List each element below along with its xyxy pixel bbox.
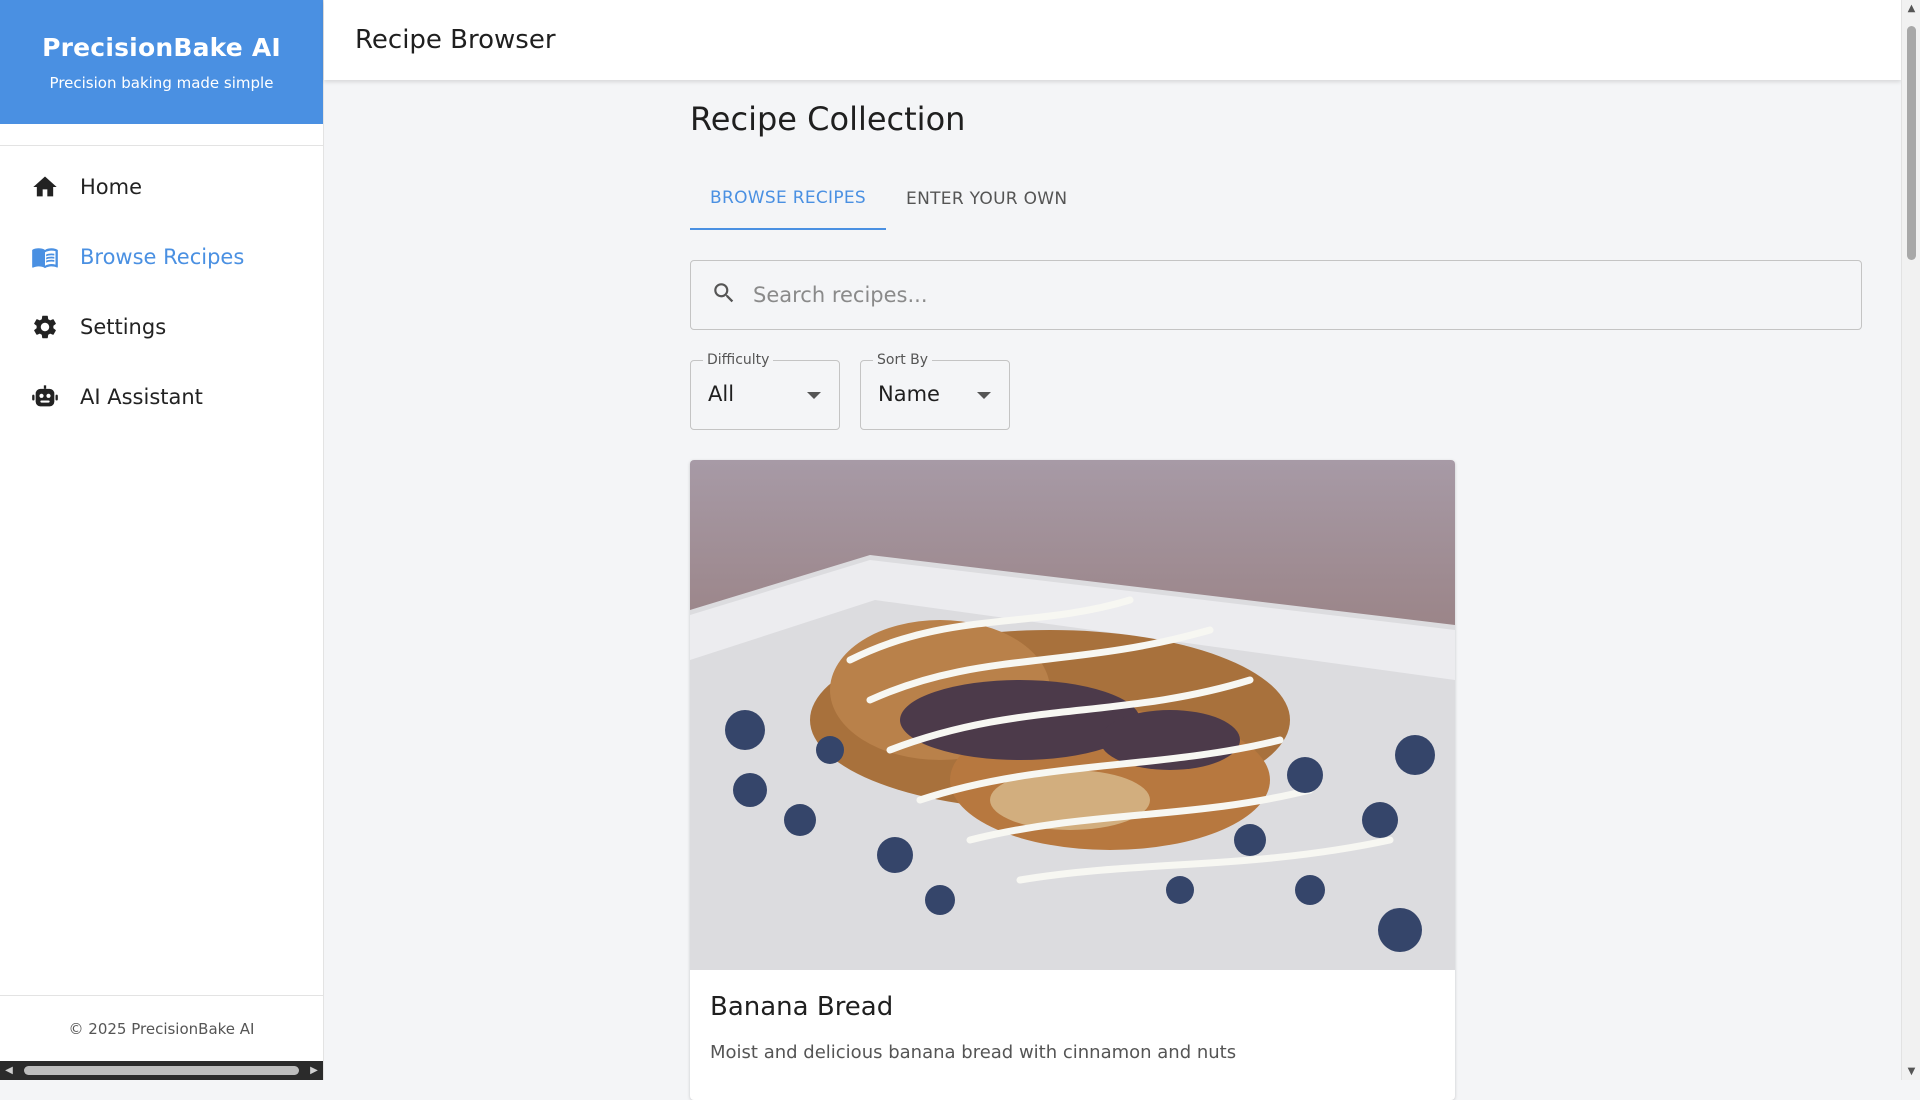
sidebar-horizontal-scrollbar[interactable]: ◀ ▶ (0, 1061, 323, 1080)
page-header-title: Recipe Browser (355, 25, 556, 55)
sidebar-item-label: Browse Recipes (80, 245, 245, 269)
recipe-tabs: BROWSE RECIPES ENTER YOUR OWN (690, 168, 1087, 230)
sidebar-item-ai-assistant[interactable]: AI Assistant (0, 362, 323, 432)
page-title: Recipe Collection (690, 100, 966, 138)
vertical-scrollbar[interactable]: ▲ ▼ (1901, 0, 1920, 1080)
robot-icon (30, 382, 60, 412)
home-icon (30, 172, 60, 202)
sort-by-label: Sort By (873, 352, 933, 368)
scroll-down-icon[interactable]: ▼ (1902, 1063, 1920, 1080)
scroll-up-icon[interactable]: ▲ (1902, 0, 1920, 17)
scroll-right-icon[interactable]: ▶ (305, 1061, 323, 1080)
filter-row: Difficulty All Sort By Name (690, 352, 1030, 430)
tab-browse-recipes[interactable]: BROWSE RECIPES (690, 168, 887, 230)
search-box[interactable] (690, 260, 1862, 330)
sidebar: PrecisionBake AI Precision baking made s… (0, 0, 324, 1080)
difficulty-value: All (708, 382, 735, 406)
scrollbar-thumb[interactable] (24, 1066, 299, 1075)
brand-header: PrecisionBake AI Precision baking made s… (0, 0, 323, 124)
sidebar-item-browse-recipes[interactable]: Browse Recipes (0, 222, 323, 292)
recipe-title: Banana Bread (710, 992, 894, 1022)
difficulty-label: Difficulty (703, 352, 774, 368)
app-name: PrecisionBake AI (42, 32, 281, 62)
sidebar-nav: Home Browse Recipes Settings AI Assistan… (0, 146, 323, 432)
search-input[interactable] (751, 282, 1805, 308)
recipe-image (690, 460, 1455, 970)
top-app-bar: Recipe Browser (324, 0, 1901, 80)
chevron-down-icon (977, 392, 991, 399)
difficulty-select[interactable]: Difficulty All (690, 352, 840, 430)
scrollbar-thumb[interactable] (1907, 26, 1916, 260)
sidebar-item-home[interactable]: Home (0, 152, 323, 222)
sidebar-item-settings[interactable]: Settings (0, 292, 323, 362)
sidebar-item-label: Settings (80, 315, 167, 339)
recipe-card[interactable]: Banana Bread Moist and delicious banana … (690, 460, 1455, 1100)
gear-icon (30, 312, 60, 342)
search-icon (711, 280, 751, 310)
menu-book-icon (30, 242, 60, 272)
sort-by-select[interactable]: Sort By Name (860, 352, 1010, 430)
sort-by-value: Name (878, 382, 940, 406)
recipe-description: Moist and delicious banana bread with ci… (710, 1042, 1237, 1063)
sidebar-footer: © 2025 PrecisionBake AI (0, 995, 323, 1062)
scroll-left-icon[interactable]: ◀ (0, 1061, 18, 1080)
chevron-down-icon (807, 392, 821, 399)
sidebar-item-label: Home (80, 175, 143, 199)
tab-enter-your-own[interactable]: ENTER YOUR OWN (886, 168, 1087, 230)
app-tagline: Precision baking made simple (49, 73, 274, 92)
sidebar-item-label: AI Assistant (80, 385, 203, 409)
